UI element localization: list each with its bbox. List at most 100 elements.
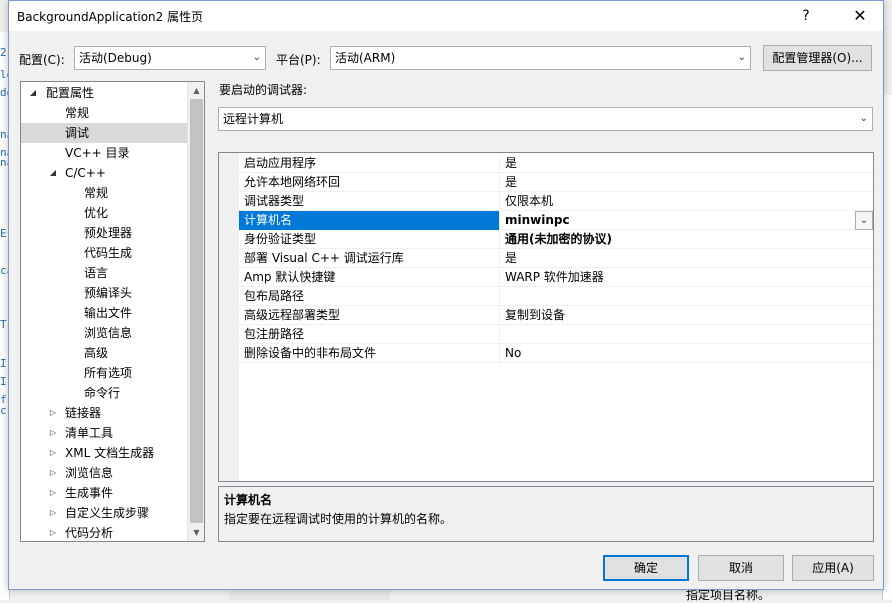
tree-item[interactable]: ▷ 生成事件 — [21, 483, 187, 503]
cancel-button[interactable]: 取消 — [698, 555, 784, 581]
close-button[interactable]: ✕ — [837, 1, 883, 31]
tree-item[interactable]: 命令行 — [21, 383, 187, 403]
configuration-select[interactable]: 活动(Debug) ⌄ — [74, 46, 266, 70]
collapsed-arrow-icon[interactable]: ▷ — [47, 423, 59, 443]
tree-item-label: 所有选项 — [84, 366, 133, 380]
property-row[interactable]: 启动应用程序是 — [239, 154, 873, 173]
tree-item-label: 浏览信息 — [84, 326, 133, 340]
tree-item[interactable]: 调试 — [21, 123, 187, 143]
debugger-select[interactable]: 远程计算机 ⌄ — [218, 107, 873, 131]
expanded-arrow-icon[interactable]: ◢ — [27, 83, 39, 103]
property-row[interactable]: 包布局路径 — [239, 287, 873, 306]
tree-item[interactable]: 预编译头 — [21, 283, 187, 303]
property-name: 包注册路径 — [239, 325, 500, 344]
tree-item-label: 常规 — [65, 106, 90, 120]
background-code-fragment: c — [0, 404, 7, 417]
property-name: 调试器类型 — [239, 192, 500, 211]
property-row[interactable]: 删除设备中的非布局文件 No — [239, 344, 873, 363]
collapsed-arrow-icon[interactable]: ▷ — [47, 503, 59, 523]
property-value[interactable]: 是 — [501, 173, 873, 192]
property-value[interactable]: 是 — [501, 249, 873, 268]
chevron-down-icon: ⌄ — [252, 52, 261, 63]
tree-item[interactable]: ▷ 代码分析 — [21, 523, 187, 541]
property-row[interactable]: 调试器类型 仅限本机 — [239, 192, 873, 211]
collapsed-arrow-icon[interactable]: ▷ — [47, 443, 59, 463]
chevron-down-icon[interactable]: ⌄ — [855, 211, 873, 230]
property-value[interactable]: 是 — [501, 154, 873, 173]
property-tree: ◢ 配置属性 常规 调试 VC++ 目录 ◢ C/C++ 常规 优化 预处理器 代码生成 语言 预编译头… — [20, 81, 205, 542]
property-value[interactable]: 通用(未加密的协议) — [501, 230, 873, 249]
configuration-label: 配置(C): — [19, 53, 65, 67]
configuration-manager-button[interactable]: 配置管理器(O)... — [763, 45, 872, 71]
tree-item-label: 自定义生成步骤 — [65, 506, 150, 520]
property-value[interactable]: 复制到设备 — [501, 306, 873, 325]
tree-item-label: 浏览信息 — [65, 466, 114, 480]
tree-item[interactable]: ◢ C/C++ — [21, 163, 187, 183]
tree-item-label: 生成事件 — [65, 486, 114, 500]
tree-item[interactable]: 所有选项 — [21, 363, 187, 383]
tree-item-label: 预编译头 — [84, 286, 133, 300]
collapsed-arrow-icon[interactable]: ▷ — [47, 523, 59, 541]
tree-item[interactable]: 常规 — [21, 103, 187, 123]
tree-item[interactable]: ▷ XML 文档生成器 — [21, 443, 187, 463]
scroll-thumb[interactable] — [190, 99, 203, 523]
expanded-arrow-icon[interactable]: ◢ — [47, 163, 59, 183]
tree-item[interactable]: ▷ 链接器 — [21, 403, 187, 423]
property-value[interactable]: 仅限本机 — [501, 192, 873, 211]
background-code-fragment: I — [0, 357, 7, 370]
tree-item[interactable]: 代码生成 — [21, 243, 187, 263]
property-row[interactable]: 身份验证类型 通用(未加密的协议) — [239, 230, 873, 249]
platform-value: 活动(ARM) — [335, 51, 396, 65]
tree-item-label: 代码分析 — [65, 526, 114, 540]
property-row[interactable]: 部署 Visual C++ 调试运行库是 — [239, 249, 873, 268]
tree-item[interactable]: ▷ 自定义生成步骤 — [21, 503, 187, 523]
collapsed-arrow-icon[interactable]: ▷ — [47, 483, 59, 503]
tree-item-label: 常规 — [84, 186, 109, 200]
scroll-up-icon[interactable]: ▲ — [188, 82, 204, 99]
chevron-down-icon: ⌄ — [859, 113, 868, 124]
tree-item[interactable]: 常规 — [21, 183, 187, 203]
tree-item-label: 命令行 — [84, 386, 121, 400]
tree-item[interactable]: ◢ 配置属性 — [21, 83, 187, 103]
property-grid: 启动应用程序是允许本地网络环回是调试器类型 仅限本机 计算机名 minwinpc ⌄ 身份… — [218, 152, 874, 482]
property-row[interactable]: Amp 默认快捷键 WARP 软件加速器 — [239, 268, 873, 287]
collapsed-arrow-icon[interactable]: ▷ — [47, 403, 59, 423]
tree-scrollbar[interactable]: ▲ ▼ — [187, 82, 204, 541]
property-value[interactable]: minwinpc — [501, 211, 873, 230]
tree-item[interactable]: VC++ 目录 — [21, 143, 187, 163]
tree-item[interactable]: 预处理器 — [21, 223, 187, 243]
property-row[interactable]: 允许本地网络环回是 — [239, 173, 873, 192]
property-row[interactable]: 计算机名 minwinpc ⌄ — [239, 211, 873, 230]
property-name: 允许本地网络环回 — [239, 173, 500, 192]
property-row[interactable]: 高级远程部署类型 复制到设备 — [239, 306, 873, 325]
tree-item-label: 语言 — [84, 266, 109, 280]
help-button[interactable]: ? — [783, 1, 829, 31]
tree-item-label: 代码生成 — [84, 246, 133, 260]
scroll-down-icon[interactable]: ▼ — [188, 524, 204, 541]
description-text: 指定要在远程调试时使用的计算机的名称。 — [224, 512, 453, 526]
platform-select[interactable]: 活动(ARM) ⌄ — [330, 46, 751, 70]
debugger-label: 要启动的调试器: — [219, 83, 308, 97]
tree-item[interactable]: ▷ 浏览信息 — [21, 463, 187, 483]
tree-item[interactable]: 语言 — [21, 263, 187, 283]
grid-gutter — [219, 153, 239, 481]
tree-item[interactable]: ▷ 清单工具 — [21, 423, 187, 443]
description-panel: 计算机名 指定要在远程调试时使用的计算机的名称。 — [218, 486, 874, 542]
debugger-value: 远程计算机 — [223, 112, 284, 126]
tree-item[interactable]: 高级 — [21, 343, 187, 363]
property-value[interactable]: WARP 软件加速器 — [501, 268, 873, 287]
property-value[interactable] — [501, 325, 873, 344]
background-code-fragment: I — [0, 375, 7, 388]
tree-item[interactable]: 输出文件 — [21, 303, 187, 323]
collapsed-arrow-icon[interactable]: ▷ — [47, 463, 59, 483]
property-value[interactable]: No — [501, 344, 873, 363]
property-row[interactable]: 包注册路径 — [239, 325, 873, 344]
ok-button[interactable]: 确定 — [603, 555, 689, 581]
background-code-fragment: T — [0, 318, 7, 331]
tree-item[interactable]: 优化 — [21, 203, 187, 223]
configuration-value: 活动(Debug) — [79, 51, 152, 65]
tree-item[interactable]: 浏览信息 — [21, 323, 187, 343]
property-value[interactable] — [501, 287, 873, 306]
tree-item-label: 高级 — [84, 346, 109, 360]
apply-button[interactable]: 应用(A) — [792, 555, 874, 581]
